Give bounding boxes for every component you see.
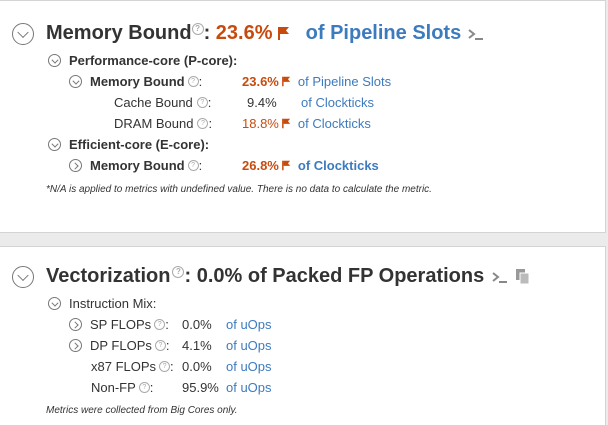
- metric-value: 0.0%: [182, 359, 212, 374]
- sp-flops-row: SP FLOPs ?:: [69, 317, 169, 332]
- memory-bound-header: Memory Bound?: 23.6% of Pipeline Slots: [12, 22, 485, 45]
- expand-toggle-icon[interactable]: [69, 339, 82, 352]
- help-icon[interactable]: ?: [197, 118, 209, 129]
- metric-unit: of uOps: [226, 380, 272, 395]
- metric-value: 0.0% of Packed FP Operations: [196, 265, 485, 287]
- help-icon[interactable]: ?: [159, 361, 171, 372]
- collapse-toggle-icon[interactable]: [69, 75, 82, 88]
- x87-flops-row: x87 FLOPs ?:: [91, 359, 174, 374]
- ecore-label: Efficient-core (E-core):: [69, 137, 210, 152]
- pcore-label: Performance-core (P-core):: [69, 53, 238, 68]
- section-title: Vectorization: [46, 265, 171, 287]
- flag-icon: [281, 160, 291, 171]
- metric-value: 95.9%: [182, 380, 219, 395]
- flag-icon: [281, 76, 291, 87]
- flag-icon: [281, 118, 291, 129]
- metric-unit: of Pipeline Slots: [305, 22, 462, 44]
- metric-value: 23.6%: [215, 22, 273, 44]
- dp-flops-row: DP FLOPs ?:: [69, 338, 170, 353]
- metric-value: 4.1%: [182, 338, 212, 353]
- expand-toggle-icon[interactable]: [69, 318, 82, 331]
- cache-bound-row: Cache Bound ?:: [114, 95, 212, 110]
- cache-bound-unit: of Clockticks: [301, 95, 374, 110]
- help-icon[interactable]: ?: [154, 340, 166, 351]
- pcore-group: Performance-core (P-core):: [48, 53, 237, 68]
- help-icon[interactable]: ?: [187, 160, 199, 171]
- help-icon[interactable]: ?: [191, 23, 204, 36]
- non-fp-row: Non-FP ?:: [91, 380, 154, 395]
- collapse-toggle-icon[interactable]: [48, 297, 61, 310]
- metric-unit: of uOps: [226, 359, 272, 374]
- cache-bound-value: 9.4%: [247, 95, 277, 110]
- terminal-prompt-icon[interactable]: [467, 27, 485, 41]
- flag-icon: [278, 27, 290, 41]
- pcore-memory-bound-value: 23.6% of Pipeline Slots: [242, 74, 392, 89]
- expand-toggle-icon[interactable]: [69, 159, 82, 172]
- vectorization-header: Vectorization?: 0.0% of Packed FP Operat…: [12, 265, 531, 288]
- terminal-prompt-icon[interactable]: [491, 270, 509, 284]
- metric-unit: of uOps: [226, 338, 272, 353]
- dram-bound-value: 18.8% of Clockticks: [242, 116, 371, 131]
- help-icon[interactable]: ?: [138, 382, 150, 393]
- ecore-group: Efficient-core (E-core):: [48, 137, 209, 152]
- metric-unit: of uOps: [226, 317, 272, 332]
- metric-value: 0.0%: [182, 317, 212, 332]
- big-cores-footnote: Metrics were collected from Big Cores on…: [46, 405, 238, 416]
- dram-bound-row: DRAM Bound ?:: [114, 116, 213, 131]
- vectorization-panel: Vectorization?: 0.0% of Packed FP Operat…: [0, 246, 606, 425]
- na-footnote: *N/A is applied to metrics with undefine…: [46, 184, 432, 195]
- ecore-memory-bound-value: 26.8% of Clockticks: [242, 158, 379, 173]
- memory-bound-panel: Memory Bound?: 23.6% of Pipeline Slots P…: [0, 0, 606, 233]
- help-icon[interactable]: ?: [196, 97, 208, 108]
- ecore-memory-bound-row: Memory Bound ?:: [69, 158, 202, 173]
- help-icon[interactable]: ?: [187, 76, 199, 87]
- help-icon[interactable]: ?: [172, 266, 185, 279]
- collapse-toggle-icon[interactable]: [12, 22, 34, 45]
- instruction-mix-group: Instruction Mix:: [48, 296, 156, 311]
- collapse-toggle-icon[interactable]: [48, 138, 61, 151]
- help-icon[interactable]: ?: [154, 319, 166, 330]
- section-title: Memory Bound: [46, 22, 192, 44]
- pcore-memory-bound-row: Memory Bound ?:: [69, 74, 202, 89]
- collapse-toggle-icon[interactable]: [48, 54, 61, 67]
- collapse-toggle-icon[interactable]: [12, 265, 34, 288]
- copy-icon[interactable]: [515, 268, 531, 285]
